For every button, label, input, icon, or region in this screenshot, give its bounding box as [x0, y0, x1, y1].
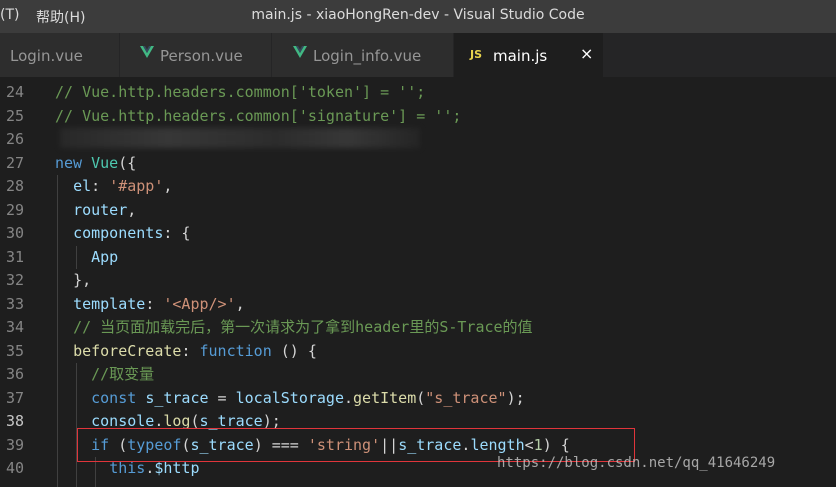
code-line-36: //取变量 [55, 363, 154, 387]
window-title: main.js - xiaoHongRen-dev - Visual Studi… [251, 7, 585, 23]
tab-main-js[interactable]: JS main.js × [454, 33, 604, 77]
comment: // 当页面加载完后，第一次请求为了拿到header里的S-Trace的值 [73, 318, 533, 336]
line-number: 25 [5, 106, 24, 125]
watermark-url: https://blog.csdn.net/qq_41646249 [497, 455, 776, 471]
line-number: 32 [5, 271, 24, 289]
string: '<App/>' [163, 294, 236, 313]
comment: // Vue.http.headers.common['signature'] … [55, 106, 462, 125]
code-line-31: App [55, 246, 118, 270]
comment: // Vue.http.headers.common['token'] = ''… [55, 83, 426, 101]
code-line-33: template: '<App/>', [73, 294, 245, 313]
tab-login-info-vue[interactable]: Login_info.vue [272, 33, 454, 77]
string: '#app' [109, 177, 164, 195]
line-number: 35 [5, 341, 24, 360]
property: router [73, 200, 128, 219]
method-name: beforeCreate [73, 341, 182, 360]
code-line-30: components: { [73, 224, 191, 242]
tab-login-vue[interactable]: Login.vue [0, 33, 120, 77]
code-line-37: const s_trace = localStorage.getItem("s_… [91, 388, 525, 407]
code-line-24: // Vue.http.headers.common['token'] = ''… [55, 81, 425, 105]
string: "s_trace" [425, 388, 507, 407]
line-number: 31 [5, 247, 24, 266]
class-name: Vue [91, 153, 119, 172]
tab-label: Login.vue [10, 47, 83, 65]
line-number: 27 [5, 153, 24, 172]
editor-tab-bar: Login.vue Person.vue Login_info.vue JS m… [0, 33, 836, 77]
line-number: 37 [5, 388, 24, 407]
close-icon[interactable]: × [580, 44, 593, 63]
line-number-active: 38 [5, 412, 24, 430]
keyword: function [199, 341, 272, 360]
line-number: 33 [5, 294, 24, 313]
tab-person-vue[interactable]: Person.vue [120, 33, 272, 77]
line-number-gutter: 24 25 26 27 28 29 30 31 32 33 34 35 36 3… [0, 77, 40, 487]
line-number: 28 [5, 177, 24, 195]
punctuation: ({ [118, 153, 137, 172]
identifier: App [91, 247, 119, 266]
punctuation: () { [271, 341, 317, 360]
keyword: const [91, 388, 137, 407]
line-number: 36 [5, 365, 24, 383]
line-number: 30 [5, 224, 24, 242]
property: template [73, 294, 146, 313]
code-lines: // Vue.http.headers.common['token'] = ''… [55, 77, 836, 487]
tab-label: Login_info.vue [313, 47, 422, 65]
line-number: 26 [5, 130, 24, 148]
method-name: getItem [353, 388, 417, 407]
object: localStorage [235, 388, 344, 407]
tab-label: main.js [493, 47, 548, 65]
line-number: 39 [5, 435, 24, 454]
property: el [73, 177, 92, 195]
keyword: new [55, 153, 83, 172]
js-icon: JS [470, 48, 483, 61]
vue-icon [293, 46, 307, 58]
title-bar: (T) 帮助(H) main.js - xiaoHongRen-dev - Vi… [0, 0, 836, 33]
code-line-29: router, [73, 200, 137, 219]
code-line-34: // 当页面加载完后，第一次请求为了拿到header里的S-Trace的值 [55, 316, 533, 340]
punctuation: }, [73, 271, 92, 289]
code-line-32: }, [55, 269, 91, 293]
vue-icon [140, 46, 154, 58]
code-line-28: el: '#app', [73, 177, 173, 195]
tab-label: Person.vue [160, 47, 243, 65]
code-line-27: new Vue({ [55, 152, 136, 176]
code-editor[interactable]: 24 25 26 27 28 29 30 31 32 33 34 35 36 3… [0, 77, 836, 487]
line-number: 34 [5, 318, 24, 336]
line-number: 24 [5, 83, 24, 101]
line-number: 40 [5, 459, 24, 477]
property: components [73, 224, 164, 242]
code-line-25: // Vue.http.headers.common['signature'] … [55, 105, 461, 129]
comment: //取变量 [91, 365, 155, 383]
code-line-35: beforeCreate: function () { [73, 341, 317, 360]
line-number: 29 [5, 200, 24, 219]
variable: s_trace [145, 388, 209, 407]
